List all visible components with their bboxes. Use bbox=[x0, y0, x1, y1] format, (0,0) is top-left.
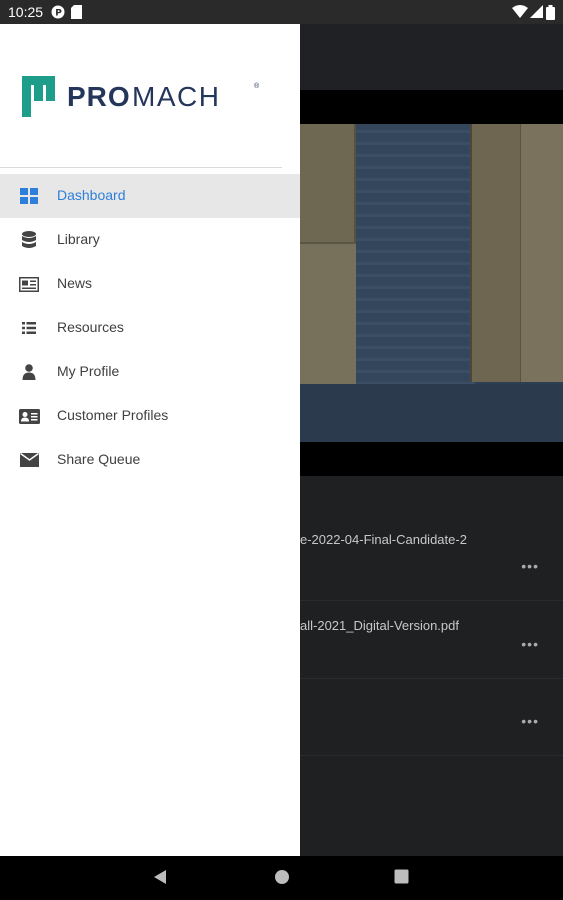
svg-text:®: ® bbox=[254, 82, 260, 90]
svg-text:P: P bbox=[55, 9, 62, 19]
recents-icon[interactable] bbox=[394, 869, 409, 884]
nav-item-label: Share Queue bbox=[57, 451, 141, 467]
more-options-icon: ••• bbox=[521, 558, 539, 574]
background-video-thumbnail bbox=[300, 124, 563, 442]
battery-icon bbox=[546, 5, 555, 20]
nav-item-library[interactable]: Library bbox=[0, 218, 300, 262]
list-icon bbox=[18, 318, 40, 338]
status-time: 10:25 bbox=[8, 4, 44, 20]
navigation-drawer: PRO MACH ® Dashboard Library News Resour… bbox=[0, 24, 300, 856]
nav-item-label: Resources bbox=[57, 319, 124, 335]
list-item: e-2022-04-Final-Candidate-2 ••• bbox=[300, 524, 563, 601]
nav-item-label: Dashboard bbox=[57, 187, 126, 203]
conveyor-image bbox=[300, 384, 563, 442]
nav-item-label: Customer Profiles bbox=[57, 407, 169, 423]
database-icon bbox=[18, 230, 40, 250]
nav-item-resources[interactable]: Resources bbox=[0, 306, 300, 350]
file-name: e-2022-04-Final-Candidate-2 bbox=[300, 532, 467, 547]
file-name: all-2021_Digital-Version.pdf bbox=[300, 618, 459, 633]
home-icon[interactable] bbox=[274, 869, 290, 885]
nav-item-news[interactable]: News bbox=[0, 262, 300, 306]
status-bar: 10:25 P bbox=[0, 0, 563, 24]
svg-text:PRO: PRO bbox=[67, 81, 131, 112]
background-file-list: e-2022-04-Final-Candidate-2 ••• all-2021… bbox=[300, 476, 563, 856]
promach-logo: PRO MACH ® bbox=[22, 76, 262, 125]
list-item: ••• bbox=[300, 679, 563, 756]
id-card-icon bbox=[18, 406, 40, 426]
carton-image bbox=[520, 124, 563, 382]
cell-signal-icon bbox=[530, 5, 543, 18]
nav-item-customer-profiles[interactable]: Customer Profiles bbox=[0, 394, 300, 438]
nav-item-my-profile[interactable]: My Profile bbox=[0, 350, 300, 394]
nav-item-label: News bbox=[57, 275, 93, 291]
envelope-icon bbox=[18, 450, 40, 470]
drawer-menu: Dashboard Library News Resources My Prof… bbox=[0, 174, 300, 482]
nav-item-label: My Profile bbox=[57, 363, 120, 379]
system-navigation-bar bbox=[0, 856, 563, 900]
sd-card-icon bbox=[71, 5, 82, 19]
carton-image bbox=[300, 242, 356, 384]
nav-item-share-queue[interactable]: Share Queue bbox=[0, 438, 300, 482]
promach-logo-mark: PRO MACH ® bbox=[22, 76, 260, 117]
nav-item-label: Library bbox=[57, 231, 100, 247]
svg-text:MACH: MACH bbox=[132, 81, 220, 112]
person-icon bbox=[18, 362, 40, 382]
drawer-header: PRO MACH ® bbox=[0, 24, 282, 168]
more-options-icon: ••• bbox=[521, 713, 539, 729]
newspaper-icon bbox=[18, 274, 40, 294]
app-notification-icon: P bbox=[51, 5, 65, 19]
background-app-bar bbox=[300, 24, 563, 90]
nav-item-dashboard[interactable]: Dashboard bbox=[0, 174, 300, 218]
list-item: all-2021_Digital-Version.pdf ••• bbox=[300, 602, 563, 679]
wifi-icon bbox=[512, 5, 528, 18]
back-icon[interactable] bbox=[153, 869, 167, 885]
more-options-icon: ••• bbox=[521, 636, 539, 652]
dashboard-icon bbox=[18, 186, 40, 206]
